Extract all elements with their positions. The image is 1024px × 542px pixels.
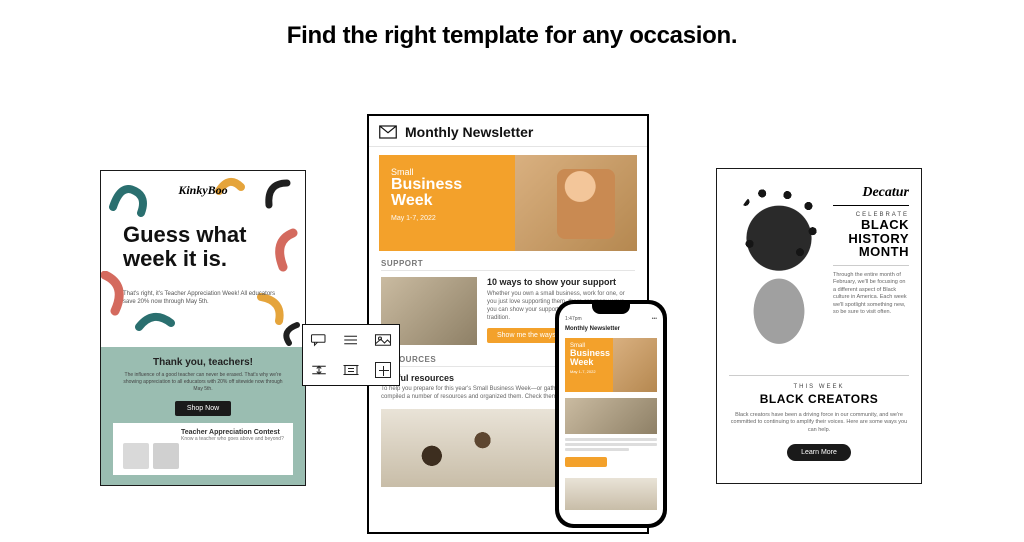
phone-resources-image <box>565 478 657 510</box>
phone-hero-image <box>613 338 657 392</box>
phone-support-image <box>565 398 657 434</box>
add-block-icon[interactable] <box>367 355 399 385</box>
hero-title: Guess whatweek it is. <box>123 223 263 271</box>
support-label: SUPPORT <box>381 259 635 268</box>
contest-thumb-2 <box>153 443 179 469</box>
newsletter-header: Monthly Newsletter <box>369 116 647 147</box>
editor-toolbar <box>302 324 400 386</box>
title-line-3: MONTH <box>833 245 909 259</box>
title-line-1: BLACK <box>833 218 909 232</box>
envelope-icon <box>379 125 397 139</box>
list-icon[interactable] <box>335 325 367 355</box>
phone-preview: 1:47pm••• Monthly Newsletter Small Busin… <box>555 300 667 528</box>
support-cta-button[interactable]: Show me the ways <box>487 328 566 343</box>
learn-more-button[interactable]: Learn More <box>787 444 851 461</box>
hero-body: That's right, it's Teacher Appreciation … <box>123 291 283 307</box>
phone-status-bar: 1:47pm••• <box>565 316 657 322</box>
layout-icon[interactable] <box>335 355 367 385</box>
phone-notch <box>592 304 630 314</box>
comment-icon[interactable] <box>303 325 335 355</box>
foot-body: Black creators have been a driving force… <box>729 412 909 434</box>
template-card-black-history[interactable]: Decatur CELEBRATE BLACK HISTORY MONTH Th… <box>716 168 922 484</box>
subhead: BLACK CREATORS <box>729 392 909 406</box>
portrait-image <box>725 179 833 353</box>
shop-now-button[interactable]: Shop Now <box>175 401 231 416</box>
newsletter-title: Monthly Newsletter <box>405 124 533 140</box>
title-line-2: HISTORY <box>833 232 909 246</box>
hero-image <box>515 155 637 251</box>
brand-logo: KinkyBoo <box>178 183 227 198</box>
template-card-teacher-week[interactable]: KinkyBoo Guess whatweek it is. That's ri… <box>100 170 306 486</box>
intro-body: Through the entire month of February, we… <box>833 272 909 317</box>
thanks-body: The influence of a good teacher can neve… <box>123 372 283 393</box>
thanks-heading: Thank you, teachers! <box>113 357 293 368</box>
brand-name: Decatur <box>833 185 909 201</box>
hero-banner: Small Business Week May 1-7, 2022 <box>379 155 637 251</box>
contest-body: Know a teacher who goes above and beyond… <box>181 436 285 442</box>
page-title: Find the right template for any occasion… <box>0 22 1024 50</box>
contest-strip: Teacher Appreciation Contest Know a teac… <box>113 423 293 475</box>
phone-cta-button[interactable] <box>565 457 607 467</box>
contest-heading: Teacher Appreciation Contest <box>181 429 285 436</box>
spacer-icon[interactable] <box>303 355 335 385</box>
this-week-label: THIS WEEK <box>729 384 909 390</box>
phone-body <box>565 398 657 520</box>
support-heading: 10 ways to show your support <box>487 277 635 287</box>
contest-thumb-1 <box>123 443 149 469</box>
image-icon[interactable] <box>367 325 399 355</box>
thanks-panel: Thank you, teachers! The influence of a … <box>101 347 305 485</box>
phone-newsletter-title: Monthly Newsletter <box>565 326 620 332</box>
